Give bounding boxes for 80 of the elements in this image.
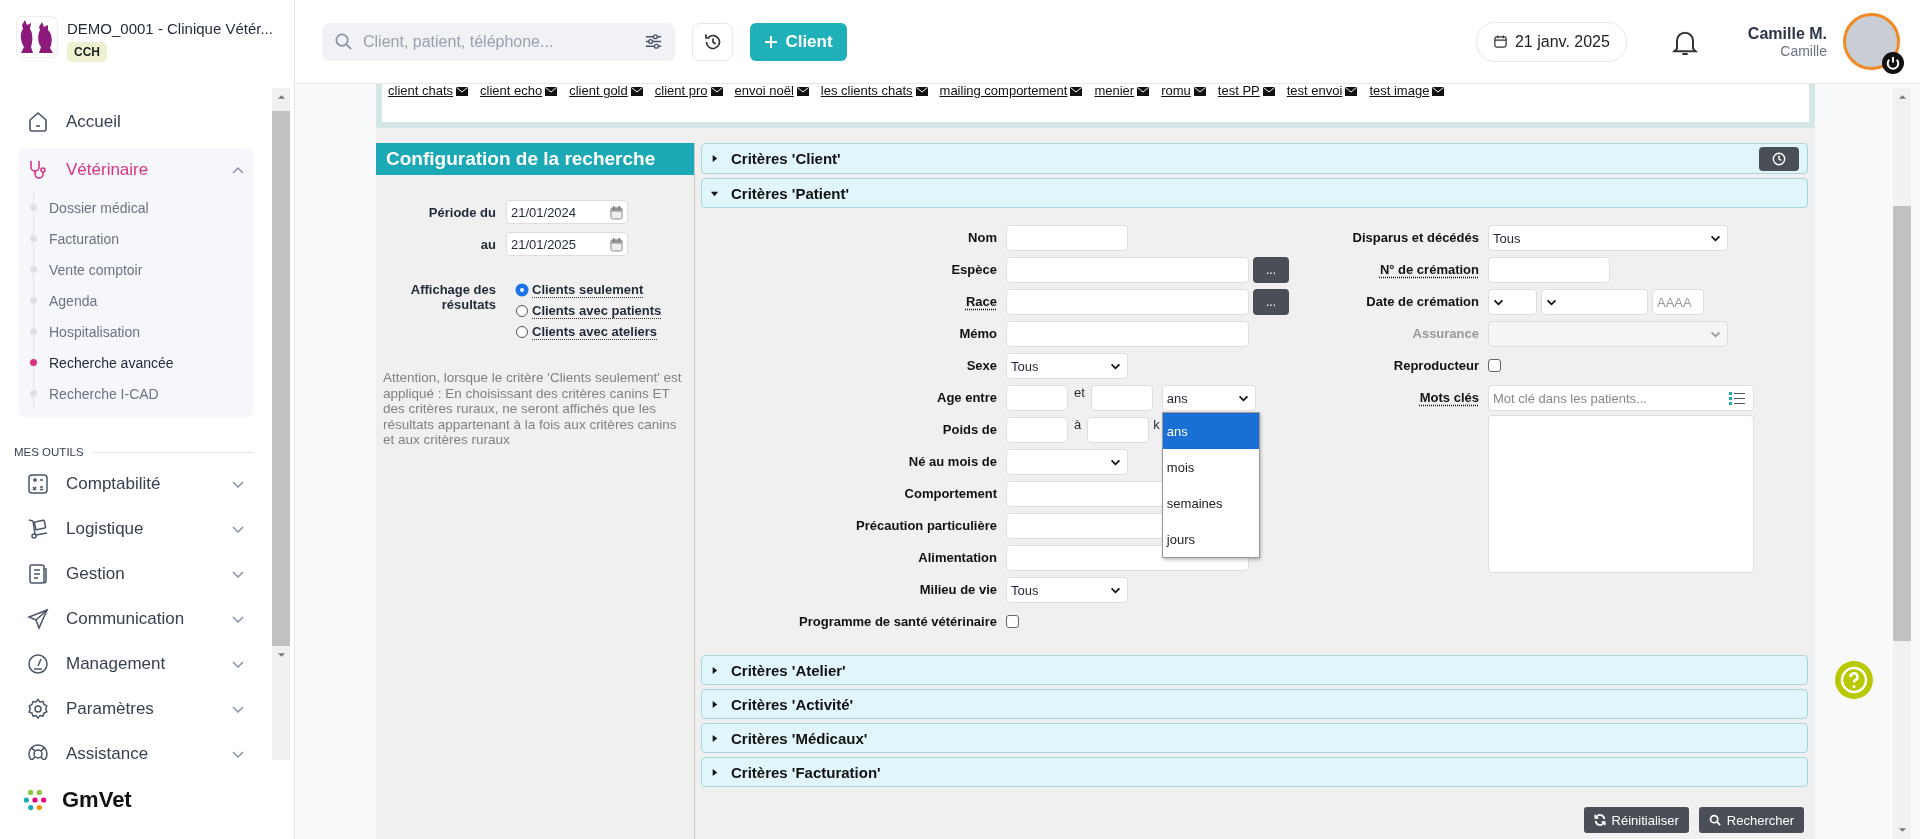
dropdown-option[interactable]: semaines xyxy=(1162,485,1259,521)
mailing-link[interactable]: client echo xyxy=(480,84,558,98)
section-header[interactable]: Critères 'Atelier' xyxy=(701,655,1808,685)
section-header[interactable]: Critères 'Médicaux' xyxy=(701,723,1808,753)
field-label: N° de crémation xyxy=(1378,261,1479,277)
brand-name: GmVet xyxy=(62,787,132,813)
dropdown-option[interactable]: ans xyxy=(1162,413,1259,449)
field-label: Date de crémation xyxy=(1365,293,1479,309)
info-note: Attention, lorsque le critère 'Clients seulement' est appliqué : En choisissant des critères canins ET des critères ruraux, ne seront affichés que les résultats appartenant à la fois aux critères canins et aux critères ruraux xyxy=(383,370,683,448)
keyword-search-field[interactable]: Mot clé dans les patients... xyxy=(1488,385,1754,411)
field-label: Nom xyxy=(967,229,997,245)
user-name: Camille M. xyxy=(1747,24,1827,43)
field-label: Période du xyxy=(427,204,496,220)
nav-item[interactable]: Accueil xyxy=(18,100,254,144)
lookup-button[interactable]: ... xyxy=(1253,257,1289,283)
nav-item[interactable]: Logistique xyxy=(18,506,254,551)
field-label: Age entre xyxy=(936,389,997,405)
year-field[interactable]: AAAA xyxy=(1652,289,1704,315)
mailing-link[interactable]: mailing comportement xyxy=(939,84,1083,98)
mailing-link[interactable]: envoi noël xyxy=(734,84,809,98)
mailing-link[interactable]: les clients chats xyxy=(820,84,928,98)
radio-option[interactable]: Clients seulement xyxy=(516,282,662,298)
date-field[interactable]: 21/01/2024 xyxy=(506,200,628,224)
panel-title: Configuration de la recherche xyxy=(376,143,694,175)
section-header[interactable]: Critères 'Client' xyxy=(701,143,1808,174)
unit-select[interactable]: ans xyxy=(1161,385,1256,411)
field-label: Alimentation xyxy=(917,549,997,565)
clinic-name: DEMO_0001 - Clinique Vétér... xyxy=(67,20,273,37)
field-label: Race xyxy=(964,293,997,309)
radio-option[interactable]: Clients avec ateliers xyxy=(516,324,662,340)
separator-text: à xyxy=(1073,417,1083,432)
select-field[interactable]: Tous xyxy=(1006,353,1128,379)
user-role: Camille xyxy=(1780,42,1827,59)
select-field[interactable]: Tous xyxy=(1006,577,1128,603)
field-label: Né au mois de xyxy=(907,453,997,469)
nav-item[interactable]: Paramètres xyxy=(18,686,254,731)
date-button[interactable]: 21 janv. 2025 xyxy=(1475,21,1627,62)
mailing-link[interactable]: client gold xyxy=(569,84,643,98)
field-label: Précaution particulière xyxy=(855,517,997,533)
unit-text: k xyxy=(1152,417,1161,432)
field-label: Affichage des résultats xyxy=(409,282,496,312)
field-label: Programme de santé vétérinaire xyxy=(798,613,997,629)
field-label: Assurance xyxy=(1411,325,1479,341)
select-field[interactable]: Tous xyxy=(1488,225,1728,251)
separator-text: et xyxy=(1073,385,1086,400)
search-button[interactable]: Rechercher xyxy=(1698,807,1804,833)
mailing-link[interactable]: client pro xyxy=(654,84,723,98)
field-label: Comportement xyxy=(903,485,997,501)
nav-item[interactable]: Communication xyxy=(18,596,254,641)
field-label: Sexe xyxy=(965,357,997,373)
section-header[interactable]: Critères 'Facturation' xyxy=(701,757,1808,787)
dropdown-option[interactable]: mois xyxy=(1162,449,1259,485)
clinic-badge: CCH xyxy=(67,42,107,62)
nav-item[interactable]: Assistance xyxy=(18,731,254,760)
nav-item[interactable]: Comptabilité xyxy=(18,461,254,506)
dropdown-option[interactable]: jours xyxy=(1162,521,1259,557)
mailing-link[interactable]: romu xyxy=(1161,84,1206,98)
field-label: Disparus et décédés xyxy=(1351,229,1479,245)
date-field[interactable]: 21/01/2025 xyxy=(506,232,628,256)
field-label: Mémo xyxy=(958,325,997,341)
mailing-link[interactable]: test PP xyxy=(1217,84,1275,98)
mailing-link[interactable]: test image xyxy=(1369,84,1445,98)
mailing-link[interactable]: test envoi xyxy=(1286,84,1358,98)
field-label: au xyxy=(479,236,496,252)
mailing-link[interactable]: client chats xyxy=(388,84,469,98)
section-header[interactable]: Critères 'Activité' xyxy=(701,689,1808,719)
nav-item[interactable]: Management xyxy=(18,641,254,686)
reset-button[interactable]: Réinitialiser xyxy=(1583,807,1689,833)
field-label: Poids de xyxy=(941,421,997,437)
radio-option[interactable]: Clients avec patients xyxy=(516,303,662,319)
field-label: Milieu de vie xyxy=(918,581,997,597)
field-label: Reproducteur xyxy=(1392,357,1479,373)
section-header[interactable]: Critères 'Patient' xyxy=(701,178,1808,208)
lookup-button[interactable]: ... xyxy=(1253,289,1289,315)
field-label: Espèce xyxy=(950,261,997,277)
section-heading: MES OUTILS xyxy=(14,446,84,458)
nav-item[interactable]: Vétérinaire xyxy=(18,148,254,192)
mailing-link[interactable]: menier xyxy=(1094,84,1150,98)
field-label: Mots clés xyxy=(1418,389,1479,405)
nav-item[interactable]: Gestion xyxy=(18,551,254,596)
